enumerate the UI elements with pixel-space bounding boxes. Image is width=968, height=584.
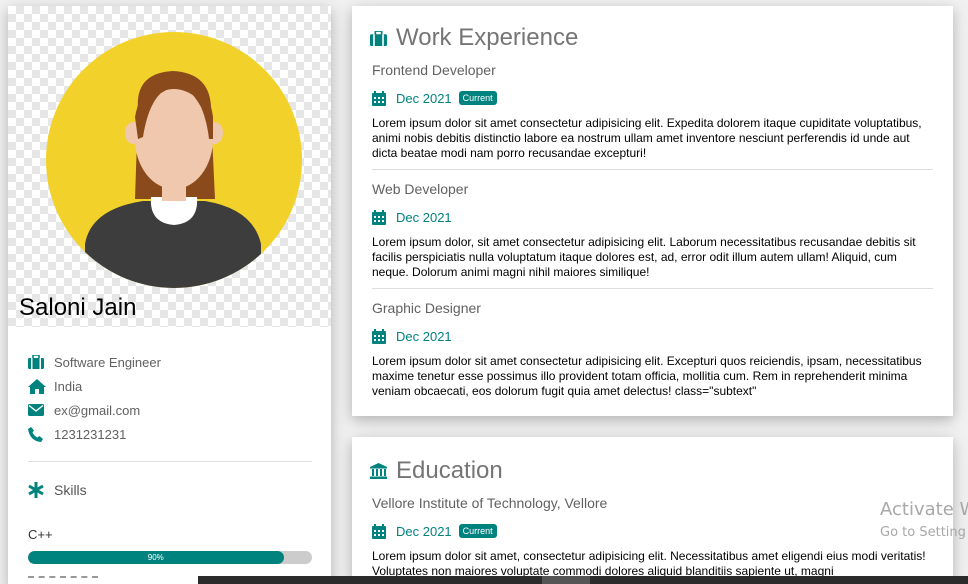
- work-heading-text: Work Experience: [396, 24, 579, 51]
- home-icon: [28, 378, 54, 394]
- info-job-text: Software Engineer: [54, 354, 161, 370]
- skill-progress-bar: 90%: [28, 551, 312, 564]
- date-row: Dec 2021: [372, 207, 933, 227]
- divider: [28, 461, 312, 462]
- skill-progress-fill: 90%: [28, 551, 284, 564]
- envelope-icon: [28, 404, 54, 416]
- education-entry: Vellore Institute of Technology, Vellore…: [372, 495, 933, 579]
- institution-icon: [370, 463, 396, 479]
- school-name: Vellore Institute of Technology, Vellore: [372, 495, 608, 511]
- job-description: Lorem ipsum dolor, sit amet consectetur …: [372, 235, 916, 279]
- skill-name: C++: [28, 527, 53, 542]
- phone-icon: [28, 426, 54, 442]
- avatar: [46, 32, 302, 288]
- work-heading: Work Experience: [370, 24, 578, 52]
- info-phone-text: 1231231231: [54, 426, 127, 442]
- work-experience-card: Work Experience Frontend Developer Dec 2…: [352, 6, 953, 416]
- profile-name: Saloni Jain: [19, 294, 137, 321]
- education-card: Education Vellore Institute of Technolog…: [352, 437, 953, 584]
- profile-card: Saloni Jain Software Engineer India ex@g…: [8, 6, 331, 584]
- work-entry: Graphic Designer Dec 2021 Lorem ipsum do…: [372, 300, 933, 399]
- job-title: Web Developer: [372, 181, 469, 197]
- briefcase-icon: [370, 30, 396, 46]
- scrollbar-thumb[interactable]: [542, 576, 590, 584]
- next-skill-partial: [28, 576, 98, 580]
- job-title: Graphic Designer: [372, 300, 481, 316]
- info-email-text: ex@gmail.com: [54, 402, 141, 418]
- date-text: Dec 2021: [396, 209, 452, 225]
- job-title: Frontend Developer: [372, 62, 496, 78]
- work-entry: Frontend Developer Dec 2021 Current Lore…: [372, 62, 933, 161]
- calendar-icon: [372, 209, 396, 225]
- date-row: Dec 2021: [372, 326, 933, 346]
- activation-watermark-title: Activate W: [880, 499, 968, 520]
- calendar-icon: [372, 90, 396, 106]
- info-phone: 1231231231: [28, 422, 312, 446]
- date-text: Dec 2021: [396, 328, 452, 344]
- asterisk-icon: [28, 482, 54, 498]
- activation-watermark-subtitle: Go to Setting: [880, 525, 966, 540]
- divider: [372, 288, 933, 289]
- current-badge: Current: [458, 524, 497, 538]
- date-text: Dec 2021: [396, 523, 452, 539]
- date-row: Dec 2021 Current: [372, 88, 933, 108]
- info-location-text: India: [54, 378, 83, 394]
- date-row: Dec 2021 Current: [372, 521, 933, 541]
- info-email: ex@gmail.com: [28, 398, 312, 422]
- profile-photo-area: Saloni Jain: [8, 6, 331, 327]
- date-text: Dec 2021: [396, 90, 452, 106]
- divider: [372, 169, 933, 170]
- work-entry: Web Developer Dec 2021 Lorem ipsum dolor…: [372, 181, 933, 280]
- horizontal-scrollbar[interactable]: [198, 576, 968, 584]
- education-description: Lorem ipsum dolor sit amet, consectetur …: [372, 549, 926, 578]
- education-heading: Education: [370, 457, 503, 485]
- job-description: Lorem ipsum dolor sit amet consectetur a…: [372, 116, 922, 160]
- calendar-icon: [372, 328, 396, 344]
- education-heading-text: Education: [396, 457, 503, 484]
- contact-info: Software Engineer India ex@gmail.com 123…: [28, 350, 312, 446]
- job-description: Lorem ipsum dolor sit amet consectetur a…: [372, 354, 922, 398]
- skills-heading-text: Skills: [54, 482, 87, 498]
- briefcase-icon: [28, 355, 54, 369]
- calendar-icon: [372, 523, 396, 539]
- current-badge: Current: [458, 91, 497, 105]
- skills-heading: Skills: [28, 482, 87, 498]
- info-job: Software Engineer: [28, 350, 312, 374]
- info-location: India: [28, 374, 312, 398]
